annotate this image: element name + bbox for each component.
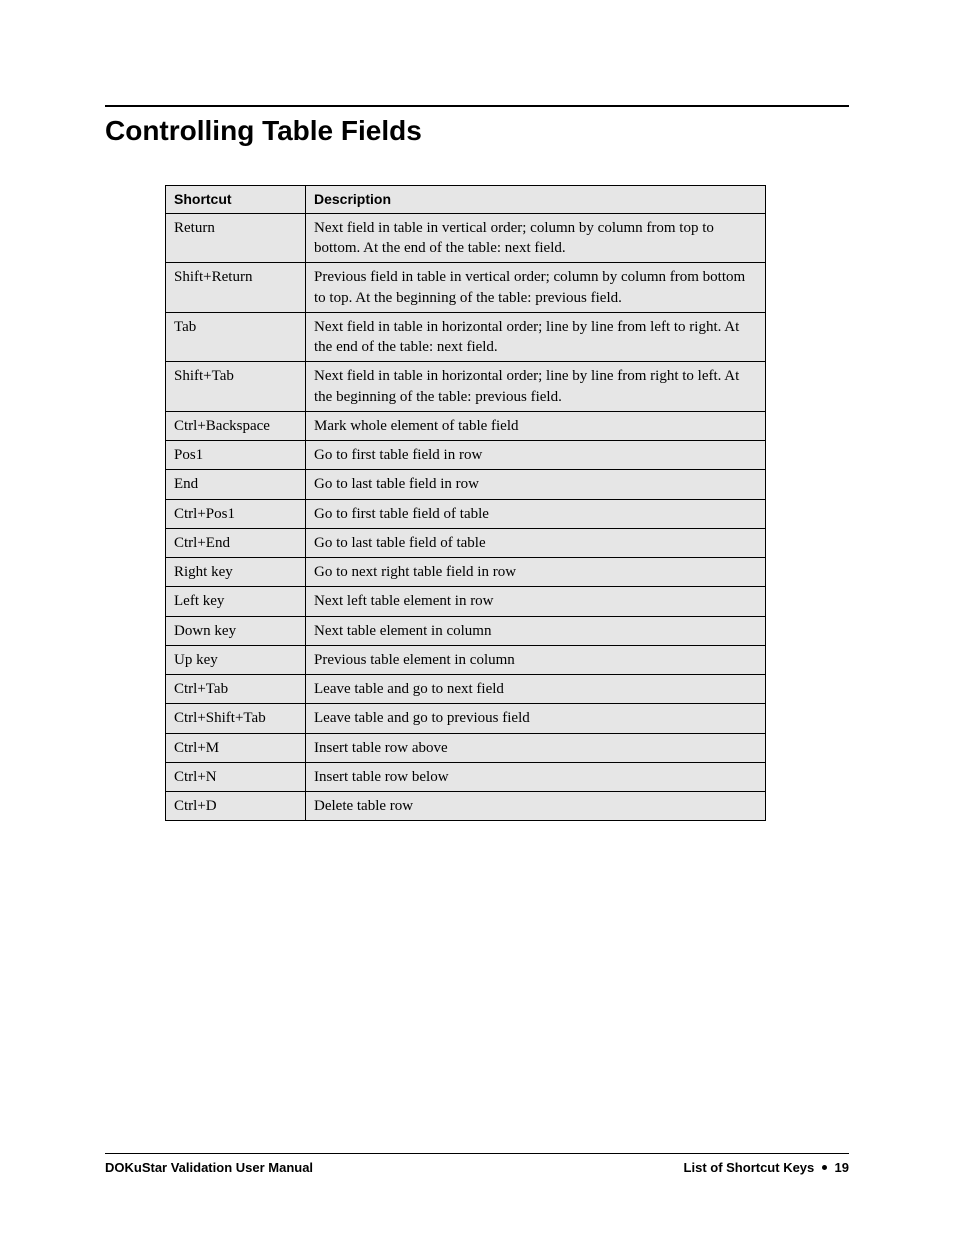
cell-description: Leave table and go to previous field — [306, 704, 766, 733]
cell-description: Next field in table in horizontal order;… — [306, 362, 766, 412]
cell-description: Leave table and go to next field — [306, 675, 766, 704]
cell-description: Previous field in table in vertical orde… — [306, 263, 766, 313]
cell-description: Go to next right table field in row — [306, 558, 766, 587]
table-header-row: Shortcut Description — [166, 186, 766, 214]
table-row: EndGo to last table field in row — [166, 470, 766, 499]
cell-shortcut: Shift+Tab — [166, 362, 306, 412]
cell-shortcut: Shift+Return — [166, 263, 306, 313]
cell-shortcut: End — [166, 470, 306, 499]
footer-right: List of Shortcut Keys 19 — [684, 1160, 849, 1175]
table-row: Pos1Go to first table field in row — [166, 441, 766, 470]
table-row: ReturnNext field in table in vertical or… — [166, 213, 766, 263]
document-page: Controlling Table Fields Shortcut Descri… — [0, 0, 954, 1235]
header-shortcut: Shortcut — [166, 186, 306, 214]
cell-description: Next left table element in row — [306, 587, 766, 616]
cell-description: Go to first table field of table — [306, 499, 766, 528]
cell-shortcut: Return — [166, 213, 306, 263]
cell-shortcut: Ctrl+N — [166, 762, 306, 791]
cell-shortcut: Left key — [166, 587, 306, 616]
table-row: Ctrl+Shift+TabLeave table and go to prev… — [166, 704, 766, 733]
table-row: Shift+TabNext field in table in horizont… — [166, 362, 766, 412]
cell-shortcut: Tab — [166, 312, 306, 362]
cell-description: Go to last table field in row — [306, 470, 766, 499]
cell-shortcut: Up key — [166, 645, 306, 674]
cell-description: Insert table row above — [306, 733, 766, 762]
cell-description: Delete table row — [306, 792, 766, 821]
table-row: TabNext field in table in horizontal ord… — [166, 312, 766, 362]
page-footer: DOKuStar Validation User Manual List of … — [105, 1153, 849, 1175]
table-row: Up keyPrevious table element in column — [166, 645, 766, 674]
section-top-rule — [105, 105, 849, 107]
table-row: Left keyNext left table element in row — [166, 587, 766, 616]
cell-shortcut: Ctrl+End — [166, 528, 306, 557]
table-row: Ctrl+MInsert table row above — [166, 733, 766, 762]
cell-shortcut: Down key — [166, 616, 306, 645]
table-row: Ctrl+Pos1Go to first table field of tabl… — [166, 499, 766, 528]
table-row: Down keyNext table element in column — [166, 616, 766, 645]
cell-shortcut: Ctrl+Pos1 — [166, 499, 306, 528]
cell-shortcut: Pos1 — [166, 441, 306, 470]
table-row: Ctrl+EndGo to last table field of table — [166, 528, 766, 557]
table-row: Ctrl+NInsert table row below — [166, 762, 766, 791]
table-row: Shift+ReturnPrevious field in table in v… — [166, 263, 766, 313]
cell-description: Mark whole element of table field — [306, 411, 766, 440]
shortcuts-table: Shortcut Description ReturnNext field in… — [165, 185, 766, 821]
footer-right-label: List of Shortcut Keys — [684, 1160, 815, 1175]
cell-shortcut: Ctrl+M — [166, 733, 306, 762]
header-description: Description — [306, 186, 766, 214]
footer-rule — [105, 1153, 849, 1154]
table-container: Shortcut Description ReturnNext field in… — [105, 185, 849, 821]
cell-shortcut: Ctrl+Backspace — [166, 411, 306, 440]
bullet-icon — [822, 1165, 827, 1170]
table-row: Ctrl+DDelete table row — [166, 792, 766, 821]
cell-description: Previous table element in column — [306, 645, 766, 674]
cell-description: Next field in table in vertical order; c… — [306, 213, 766, 263]
cell-shortcut: Ctrl+D — [166, 792, 306, 821]
cell-shortcut: Right key — [166, 558, 306, 587]
cell-description: Insert table row below — [306, 762, 766, 791]
table-row: Ctrl+BackspaceMark whole element of tabl… — [166, 411, 766, 440]
cell-shortcut: Ctrl+Shift+Tab — [166, 704, 306, 733]
footer-left: DOKuStar Validation User Manual — [105, 1160, 313, 1175]
cell-description: Go to first table field in row — [306, 441, 766, 470]
table-row: Right keyGo to next right table field in… — [166, 558, 766, 587]
cell-description: Go to last table field of table — [306, 528, 766, 557]
table-row: Ctrl+TabLeave table and go to next field — [166, 675, 766, 704]
page-number: 19 — [835, 1160, 849, 1175]
cell-description: Next field in table in horizontal order;… — [306, 312, 766, 362]
section-title: Controlling Table Fields — [105, 115, 849, 147]
cell-description: Next table element in column — [306, 616, 766, 645]
cell-shortcut: Ctrl+Tab — [166, 675, 306, 704]
